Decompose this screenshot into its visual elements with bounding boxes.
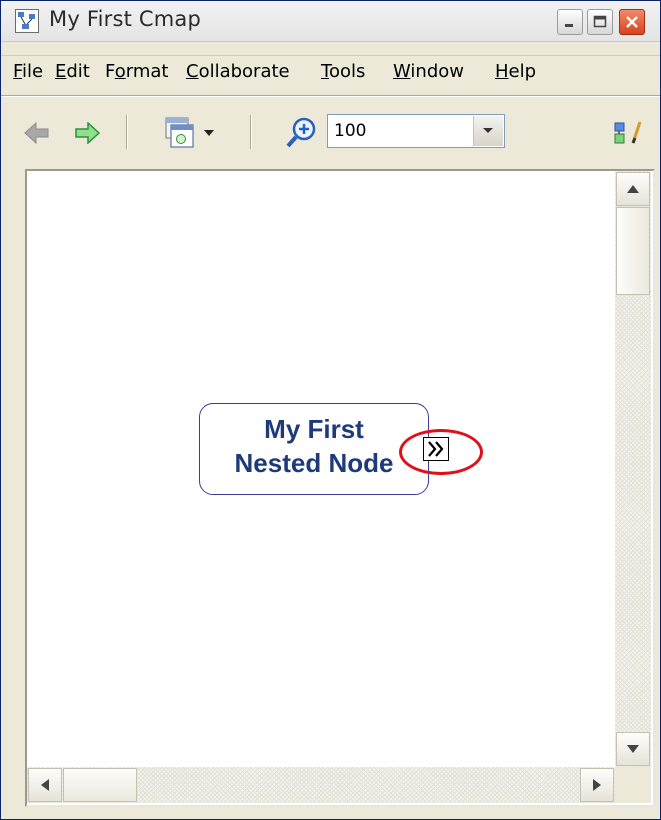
node-label-line-1: My First [264,414,364,444]
zoom-combobox[interactable]: 100 [327,114,505,148]
menu-format[interactable]: Format [105,61,168,82]
menu-edit[interactable]: Edit [55,61,90,82]
menu-collaborate[interactable]: Collaborate [186,61,290,82]
maximize-button[interactable] [587,9,613,35]
title-bar[interactable]: My First Cmap [1,1,660,42]
horizontal-scroll-thumb[interactable] [63,768,137,802]
highlight-circle [399,429,483,475]
back-arrow-icon[interactable] [24,121,50,148]
zoom-dropdown-button[interactable] [473,116,503,146]
scroll-up-button[interactable] [616,172,650,206]
nested-node[interactable]: My First Nested Node [199,403,429,495]
zoom-icon[interactable] [285,115,319,153]
zoom-value[interactable]: 100 [334,121,366,141]
vertical-scroll-thumb[interactable] [616,207,650,295]
menubar-divider [1,55,660,56]
window-title: My First Cmap [49,7,202,31]
minimize-button[interactable] [557,9,583,35]
scroll-down-button[interactable] [616,732,650,766]
cmaptools-app-icon[interactable] [15,9,39,33]
close-button[interactable] [619,9,645,35]
menu-file[interactable]: File [13,61,43,82]
menu-help[interactable]: Help [495,61,536,82]
menu-window[interactable]: Window [393,61,464,82]
forward-arrow-icon[interactable] [74,121,101,148]
style-palette-icon[interactable] [613,119,643,151]
scroll-left-button[interactable] [28,768,62,802]
scroll-right-button[interactable] [580,768,614,802]
toolbar-separator-2 [250,115,252,149]
toolbar-separator [126,115,128,149]
menu-bar: File Edit Format Collaborate Tools Windo… [1,59,660,91]
toolbar-divider-highlight [1,96,660,97]
cmap-window: My First Cmap File Edit Format Collabora… [0,0,661,820]
node-label-line-2: Nested Node [234,448,394,478]
nested-node-dropdown-icon[interactable] [160,116,222,156]
scrollbar-corner [615,767,651,803]
menu-tools[interactable]: Tools [321,61,365,82]
